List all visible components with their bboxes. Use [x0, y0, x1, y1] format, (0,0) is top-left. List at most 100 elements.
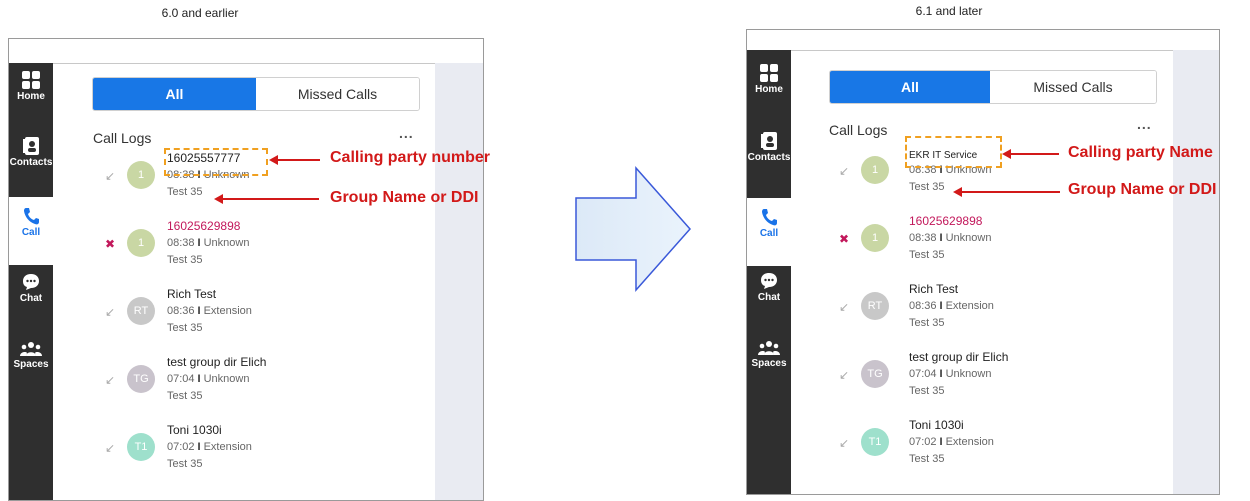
- avatar: T1: [127, 433, 155, 461]
- incoming-call-icon: ↙: [839, 436, 850, 450]
- group-name: Test 35: [167, 390, 203, 402]
- avatar: 1: [861, 224, 889, 252]
- tab-all[interactable]: All: [93, 78, 256, 110]
- home-grid-icon: [760, 64, 778, 82]
- call-kind: Unknown: [203, 373, 250, 385]
- caller-name: 16025629898: [909, 214, 983, 228]
- more-options-button[interactable]: ...: [399, 125, 414, 141]
- incoming-call-icon: ↙: [839, 368, 850, 382]
- call-time: 08:38: [167, 237, 195, 249]
- highlight-box: [905, 136, 1002, 168]
- separator: I: [197, 237, 201, 249]
- call-log-entry[interactable]: ✖ 1 16025629898 08:38 I Unknown Test 35: [747, 214, 1219, 284]
- arrow-line: [1009, 153, 1059, 155]
- call-filter-tabs: All Missed Calls: [92, 77, 420, 111]
- separator: I: [939, 368, 943, 380]
- caller-name: Rich Test: [167, 287, 217, 301]
- group-name: Test 35: [909, 317, 945, 329]
- call-detail: 08:36 I Extension: [167, 305, 252, 317]
- avatar: 1: [127, 161, 155, 189]
- group-name: Test 35: [167, 458, 203, 470]
- sidebar-label-home: Home: [755, 84, 783, 95]
- avatar: TG: [127, 365, 155, 393]
- call-log-entry[interactable]: ↙ TG test group dir Elich 07:04 I Unknown Test…: [9, 355, 483, 425]
- group-name: Test 35: [167, 186, 203, 198]
- group-name: Test 35: [167, 254, 203, 266]
- arrow-line: [276, 159, 320, 161]
- window-titlebar: [747, 30, 1219, 51]
- app-window-new: Home Contacts Call Chat Spaces All Misse…: [746, 29, 1220, 495]
- separator: I: [939, 300, 943, 312]
- avatar: RT: [127, 297, 155, 325]
- group-name: Test 35: [909, 249, 945, 261]
- separator: I: [197, 373, 201, 385]
- annotation-group-name-or-ddi: Group Name or DDI: [1068, 181, 1217, 198]
- call-logs-title: Call Logs: [93, 130, 152, 146]
- group-name: Test 35: [909, 181, 945, 193]
- call-detail: 08:38 I Unknown: [167, 237, 249, 249]
- group-name: Test 35: [909, 385, 945, 397]
- caller-name: Toni 1030i: [167, 423, 222, 437]
- call-log-entry[interactable]: ↙ RT Rich Test 08:36 I Extension Test 35: [747, 282, 1219, 352]
- caption-left: 6.0 and earlier: [161, 6, 239, 20]
- transition-arrow-icon: [575, 166, 692, 292]
- call-detail: 08:38 I Unknown: [909, 232, 991, 244]
- caller-name: test group dir Elich: [909, 350, 1009, 364]
- call-log-entry[interactable]: ↙ T1 Toni 1030i 07:02 I Extension Test 35: [747, 418, 1219, 488]
- caller-name: test group dir Elich: [167, 355, 267, 369]
- sidebar-item-home[interactable]: Home: [747, 64, 791, 112]
- arrow-line: [221, 198, 319, 200]
- separator: I: [939, 436, 943, 448]
- caller-name: 16025629898: [167, 219, 241, 233]
- annotation-group-name-or-ddi: Group Name or DDI: [330, 189, 479, 206]
- call-time: 08:36: [167, 305, 195, 317]
- call-time: 08:38: [909, 232, 937, 244]
- separator: I: [197, 305, 201, 317]
- call-detail: 07:02 I Extension: [909, 436, 994, 448]
- call-kind: Extension: [945, 436, 994, 448]
- incoming-call-icon: ↙: [105, 169, 116, 183]
- highlight-box: [164, 148, 268, 176]
- tab-missed-calls[interactable]: Missed Calls: [256, 78, 419, 110]
- call-kind: Extension: [203, 305, 252, 317]
- sidebar-label-home: Home: [17, 91, 45, 102]
- missed-call-icon: ✖: [105, 237, 116, 251]
- arrow-line: [960, 191, 1060, 193]
- incoming-call-icon: ↙: [839, 164, 850, 178]
- call-kind: Extension: [945, 300, 994, 312]
- call-detail: 08:36 I Extension: [909, 300, 994, 312]
- call-log-entry[interactable]: ↙ RT Rich Test 08:36 I Extension Test 35: [9, 287, 483, 357]
- call-log-entry[interactable]: ✖ 1 16025629898 08:38 I Unknown Test 35: [9, 219, 483, 289]
- window-titlebar: [9, 39, 483, 64]
- tab-all[interactable]: All: [830, 71, 990, 103]
- separator: I: [197, 441, 201, 453]
- call-kind: Extension: [203, 441, 252, 453]
- separator: I: [939, 232, 943, 244]
- incoming-call-icon: ↙: [105, 305, 116, 319]
- call-filter-tabs: All Missed Calls: [829, 70, 1157, 104]
- call-kind: Unknown: [945, 368, 992, 380]
- tab-missed-calls[interactable]: Missed Calls: [990, 71, 1156, 103]
- caller-name: Rich Test: [909, 282, 959, 296]
- call-log-entry[interactable]: ↙ T1 Toni 1030i 07:02 I Extension Test 35: [9, 423, 483, 493]
- more-options-button[interactable]: ...: [1137, 116, 1152, 132]
- incoming-call-icon: ↙: [839, 300, 850, 314]
- missed-call-icon: ✖: [839, 232, 850, 246]
- incoming-call-icon: ↙: [105, 373, 116, 387]
- call-detail: 07:02 I Extension: [167, 441, 252, 453]
- call-time: 07:02: [909, 436, 937, 448]
- incoming-call-icon: ↙: [105, 441, 116, 455]
- group-name: Test 35: [167, 322, 203, 334]
- call-time: 07:04: [167, 373, 195, 385]
- avatar: TG: [861, 360, 889, 388]
- call-kind: Unknown: [203, 237, 250, 249]
- annotation-calling-party-name: Calling party Name: [1068, 144, 1213, 161]
- annotation-calling-party-number: Calling party number: [330, 149, 491, 166]
- app-window-old: Home Contacts Call Chat Spaces All Misse…: [8, 38, 484, 501]
- call-time: 07:02: [167, 441, 195, 453]
- call-detail: 07:04 I Unknown: [167, 373, 249, 385]
- caption-right: 6.1 and later: [915, 4, 983, 18]
- sidebar-item-home[interactable]: Home: [9, 71, 53, 119]
- avatar: T1: [861, 428, 889, 456]
- call-log-entry[interactable]: ↙ TG test group dir Elich 07:04 I Unknown Test…: [747, 350, 1219, 420]
